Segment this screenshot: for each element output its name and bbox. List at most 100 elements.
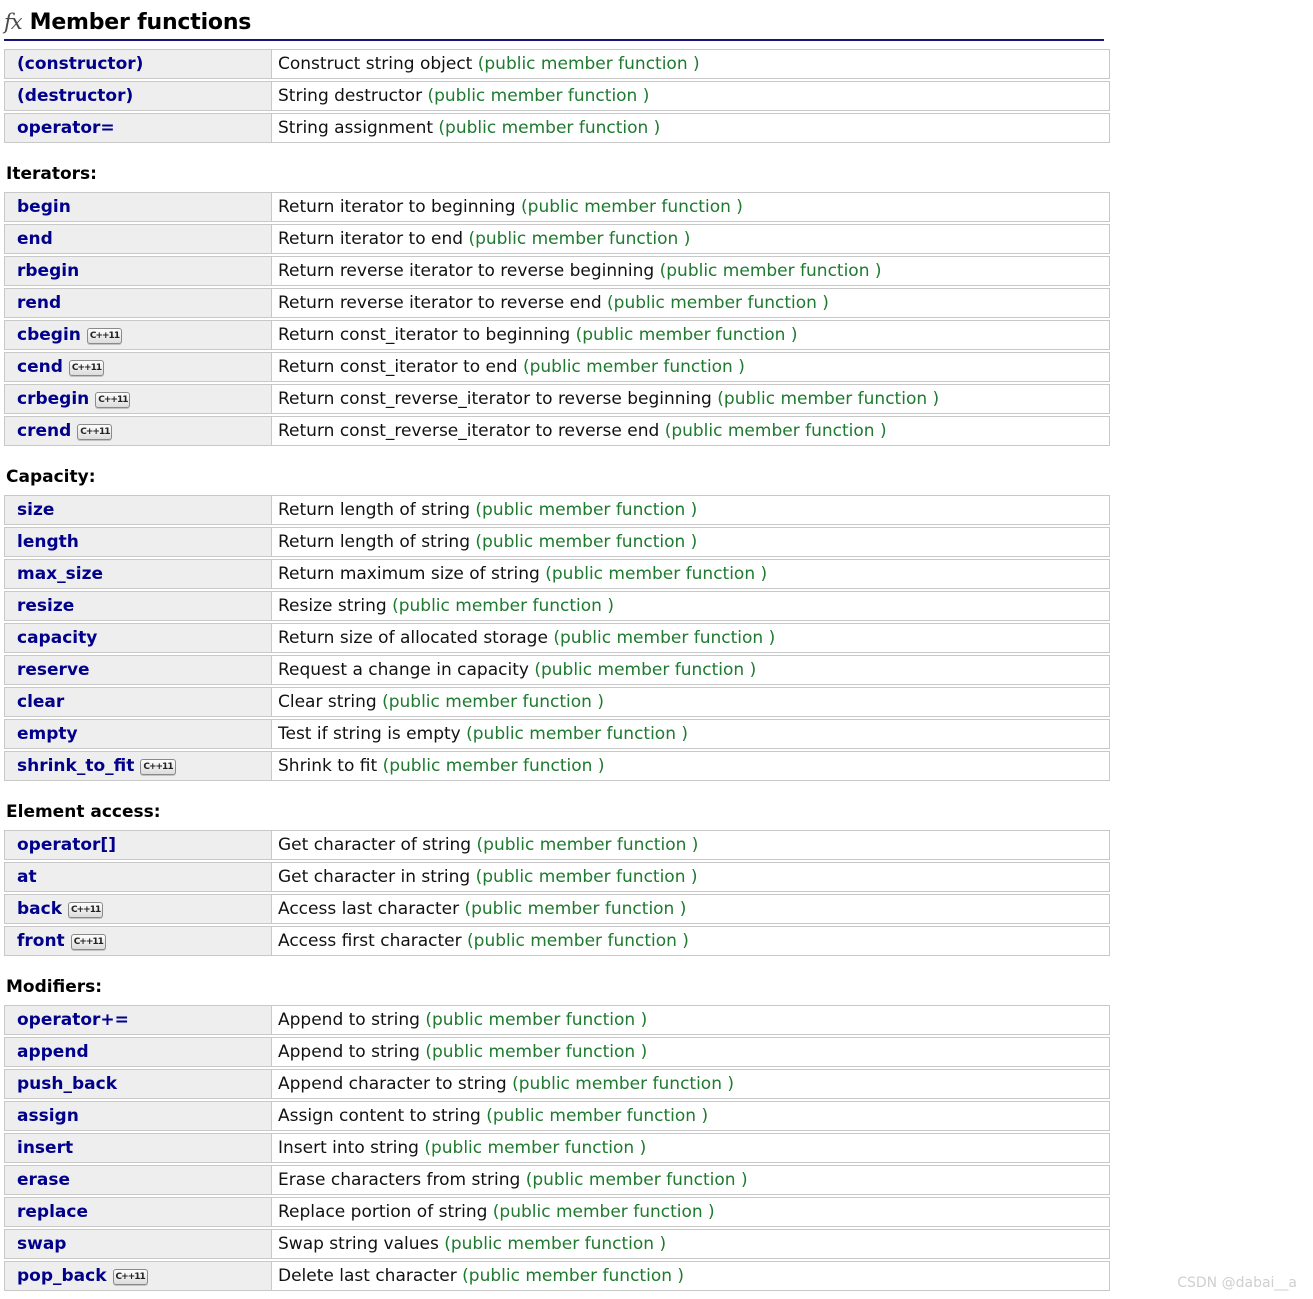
function-name-link[interactable]: empty [17, 724, 78, 744]
table-row: push_back Append character to string (pub… [4, 1069, 1110, 1099]
description-text: Test if string is empty [278, 724, 467, 744]
function-name-cell[interactable]: append [4, 1037, 271, 1067]
function-name-link[interactable]: rend [17, 293, 61, 313]
function-name-link[interactable]: erase [17, 1170, 70, 1190]
function-name-cell[interactable]: shrink_to_fit C++11 [4, 751, 271, 781]
function-name-cell[interactable]: crend C++11 [4, 416, 271, 446]
function-description-cell: Get character of string (public member f… [271, 830, 1110, 860]
table-row: front C++11 Access first character (public… [4, 926, 1110, 956]
function-name-link[interactable]: operator= [17, 118, 115, 138]
function-name-cell[interactable]: (destructor) [4, 81, 271, 111]
function-name-cell[interactable]: front C++11 [4, 926, 271, 956]
function-name-cell[interactable]: (constructor) [4, 49, 271, 79]
description-text: Get character in string [278, 867, 476, 887]
function-name-link[interactable]: resize [17, 596, 74, 616]
function-name-link[interactable]: pop_back [17, 1266, 107, 1286]
function-name-link[interactable]: front [17, 931, 65, 951]
function-name-link[interactable]: back [17, 899, 62, 919]
function-name-link[interactable]: reserve [17, 660, 90, 680]
function-description-cell: Return const_reverse_iterator to reverse… [271, 384, 1110, 414]
function-name-link[interactable]: operator+= [17, 1010, 129, 1030]
function-name-link[interactable]: max_size [17, 564, 103, 584]
function-name-cell[interactable]: clear [4, 687, 271, 717]
member-kind-label: (public member function ) [545, 564, 768, 584]
function-name-link[interactable]: shrink_to_fit [17, 756, 134, 776]
function-name-cell[interactable]: rend [4, 288, 271, 318]
function-name-cell[interactable]: back C++11 [4, 894, 271, 924]
function-name-cell[interactable]: operator= [4, 113, 271, 143]
function-name-cell[interactable]: crbegin C++11 [4, 384, 271, 414]
function-description-cell: Resize string (public member function ) [271, 591, 1110, 621]
function-name-cell[interactable]: reserve [4, 655, 271, 685]
description-text: Access first character [278, 931, 468, 951]
description-text: Get character of string [278, 835, 477, 855]
function-name-link[interactable]: capacity [17, 628, 97, 648]
function-name-cell[interactable]: empty [4, 719, 271, 749]
function-description-cell: Return iterator to beginning (public mem… [271, 192, 1110, 222]
description-text: Delete last character [278, 1266, 463, 1286]
description-text: Erase characters from string [278, 1170, 526, 1190]
function-name-link[interactable]: rbegin [17, 261, 79, 281]
function-description-cell: Get character in string (public member f… [271, 862, 1110, 892]
function-name-cell[interactable]: length [4, 527, 271, 557]
description-text: Return reverse iterator to reverse begin… [278, 261, 660, 281]
function-name-link[interactable]: crend [17, 421, 71, 441]
function-name-cell[interactable]: resize [4, 591, 271, 621]
function-name-link[interactable]: (destructor) [17, 86, 133, 106]
function-name-link[interactable]: append [17, 1042, 89, 1062]
function-name-cell[interactable]: size [4, 495, 271, 525]
function-name-link[interactable]: (constructor) [17, 54, 143, 74]
function-name-cell[interactable]: replace [4, 1197, 271, 1227]
member-kind-label: (public member function ) [438, 118, 661, 138]
group-heading: Element access: [6, 802, 161, 822]
function-name-cell[interactable]: erase [4, 1165, 271, 1195]
function-name-link[interactable]: assign [17, 1106, 79, 1126]
function-name-link[interactable]: insert [17, 1138, 73, 1158]
function-name-link[interactable]: replace [17, 1202, 88, 1222]
function-name-cell[interactable]: begin [4, 192, 271, 222]
function-name-cell[interactable]: operator[] [4, 830, 271, 860]
function-name-cell[interactable]: capacity [4, 623, 271, 653]
fx-icon: fx [4, 10, 23, 34]
member-functions-page: fx Member functions (constructor) Constru… [0, 0, 1313, 1299]
table-row: (destructor) String destructor (public me… [4, 81, 1110, 111]
member-kind-label: (public member function ) [521, 197, 743, 217]
function-name-cell[interactable]: assign [4, 1101, 271, 1131]
function-name-cell[interactable]: rbegin [4, 256, 271, 286]
function-name-link[interactable]: at [17, 867, 37, 887]
function-name-cell[interactable]: max_size [4, 559, 271, 589]
function-name-link[interactable]: size [17, 500, 54, 520]
function-description-cell: Return const_iterator to end (public mem… [271, 352, 1110, 382]
function-description-cell: Construct string object (public member f… [271, 49, 1110, 79]
table-row: back C++11 Access last character (public m… [4, 894, 1110, 924]
description-text: Return length of string [278, 532, 476, 552]
function-name-link[interactable]: cend [17, 357, 63, 377]
function-name-link[interactable]: begin [17, 197, 71, 217]
function-name-link[interactable]: end [17, 229, 53, 249]
description-text: Construct string object [278, 54, 478, 74]
function-description-cell: Return length of string (public member f… [271, 495, 1110, 525]
function-description-cell: Append to string (public member function… [271, 1005, 1110, 1035]
function-name-cell[interactable]: at [4, 862, 271, 892]
function-name-link[interactable]: length [17, 532, 79, 552]
function-name-cell[interactable]: pop_back C++11 [4, 1261, 271, 1291]
function-name-link[interactable]: swap [17, 1234, 66, 1254]
function-name-cell[interactable]: end [4, 224, 271, 254]
cpp11-badge-icon: C++11 [68, 360, 105, 376]
function-name-cell[interactable]: cbegin C++11 [4, 320, 271, 350]
function-name-link[interactable]: crbegin [17, 389, 89, 409]
description-text: String destructor [278, 86, 428, 106]
function-table: operator[] Get character of string (publi… [4, 828, 1110, 958]
function-name-link[interactable]: operator[] [17, 835, 116, 855]
function-name-link[interactable]: push_back [17, 1074, 117, 1094]
function-name-cell[interactable]: operator+= [4, 1005, 271, 1035]
function-name-cell[interactable]: cend C++11 [4, 352, 271, 382]
function-name-cell[interactable]: push_back [4, 1069, 271, 1099]
description-text: Return const_iterator to end [278, 357, 523, 377]
function-name-link[interactable]: cbegin [17, 325, 81, 345]
table-row: assign Assign content to string (public m… [4, 1101, 1110, 1131]
function-name-cell[interactable]: swap [4, 1229, 271, 1259]
cpp11-badge-icon: C++11 [140, 759, 176, 775]
function-name-link[interactable]: clear [17, 692, 64, 712]
function-name-cell[interactable]: insert [4, 1133, 271, 1163]
